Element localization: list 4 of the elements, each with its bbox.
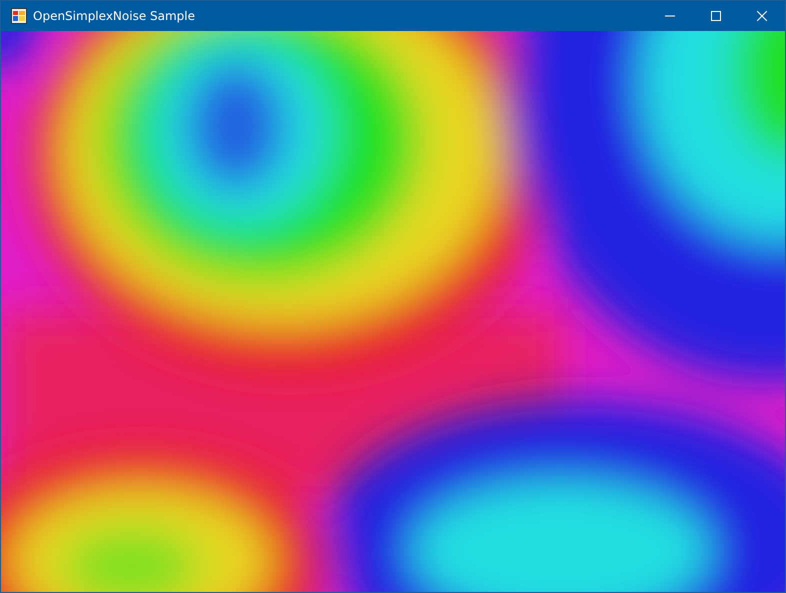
- app-icon: [11, 8, 27, 24]
- window-title: OpenSimplexNoise Sample: [33, 9, 196, 23]
- maximize-icon: [711, 11, 721, 21]
- close-icon: [757, 11, 767, 21]
